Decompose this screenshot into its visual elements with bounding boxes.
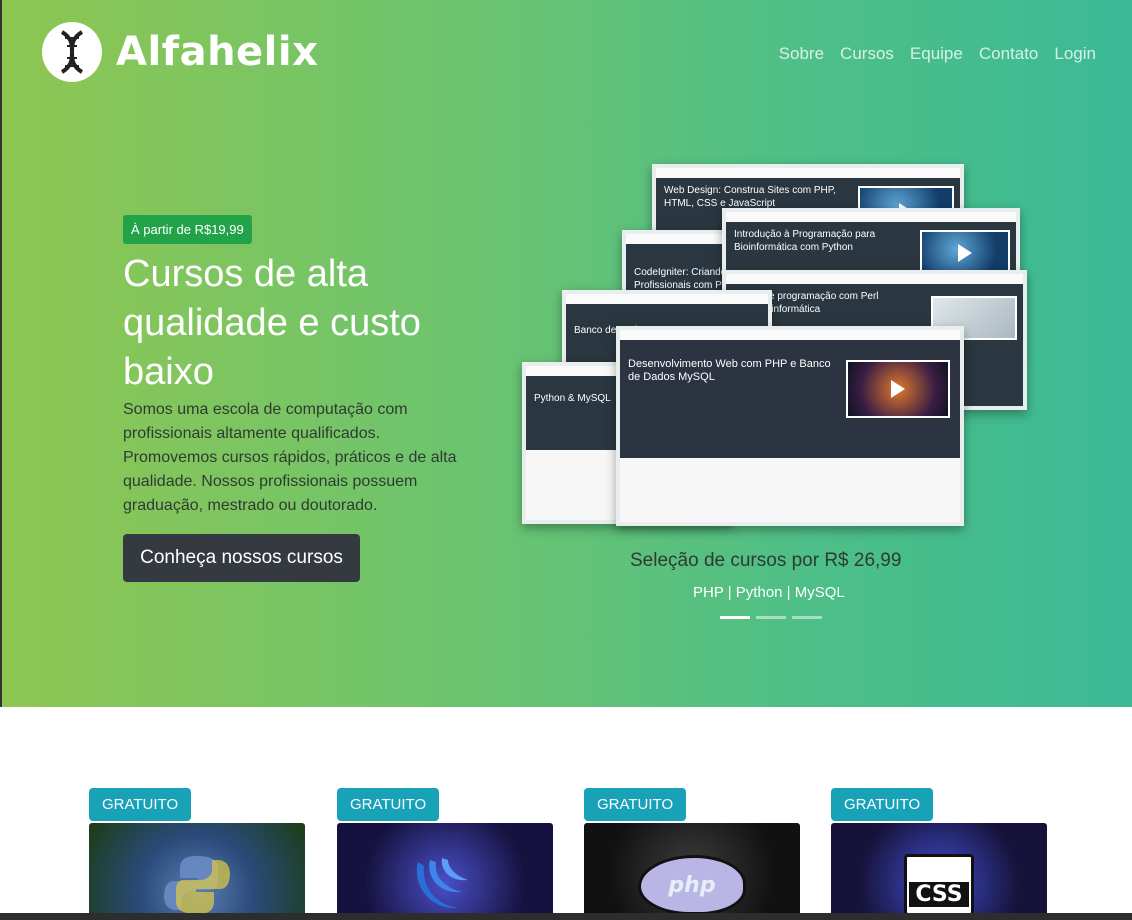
brand-logo[interactable]: Alfahelix — [42, 22, 318, 82]
python-logo-icon[interactable] — [89, 823, 305, 920]
php-logo-text: php — [638, 855, 746, 915]
nav-equipe[interactable]: Equipe — [910, 44, 963, 64]
bottom-edge — [0, 913, 1132, 920]
gratuito-badge: GRATUITO — [337, 788, 440, 821]
nav-cursos[interactable]: Cursos — [840, 44, 894, 64]
cta-button[interactable]: Conheça nossos cursos — [123, 534, 360, 582]
hero-section: Alfahelix Sobre Cursos Equipe Contato Lo… — [0, 0, 1132, 707]
dna-helix-icon — [42, 22, 102, 82]
carousel-indicator-3[interactable] — [792, 616, 822, 619]
nav-contato[interactable]: Contato — [979, 44, 1039, 64]
carousel-slide-image[interactable]: Web Design: Construa Sites com PHP, HTML… — [522, 160, 1032, 530]
course-card[interactable]: GRATUITO — [337, 788, 553, 920]
course-card[interactable]: GRATUITO php — [584, 788, 800, 920]
hero-headline: Cursos de alta qualidade e custo baixo — [123, 253, 421, 393]
main-nav: Sobre Cursos Equipe Contato Login — [779, 44, 1096, 64]
brand-name: Alfahelix — [116, 29, 319, 75]
course-screenshot-front: Desenvolvimento Web com PHP e Banco de D… — [616, 326, 964, 526]
gratuito-badge: GRATUITO — [584, 788, 687, 821]
css-file-icon[interactable]: CSS — [831, 823, 1047, 920]
css-logo-text: CSS — [909, 882, 969, 907]
gratuito-badge: GRATUITO — [89, 788, 192, 821]
carousel-indicator-2[interactable] — [756, 616, 786, 619]
nav-login[interactable]: Login — [1054, 44, 1096, 64]
screenshot-title: Desenvolvimento Web com PHP e Banco de D… — [628, 358, 831, 383]
carousel-caption-title: Seleção de cursos por R$ 26,99 — [630, 550, 902, 571]
php-elephant-icon[interactable]: php — [584, 823, 800, 920]
carousel-indicator-1[interactable] — [720, 616, 750, 619]
jquery-logo-icon[interactable] — [337, 823, 553, 920]
price-badge: À partir de R$19,99 — [123, 215, 252, 244]
course-card[interactable]: GRATUITO CSS — [831, 788, 1047, 920]
carousel-indicators — [720, 616, 822, 619]
course-card[interactable]: GRATUITO — [89, 788, 305, 920]
nav-sobre[interactable]: Sobre — [779, 44, 824, 64]
screenshot-title: Introdução à Programação para Bioinformá… — [734, 229, 876, 253]
carousel-caption-subtitle: PHP | Python | MySQL — [693, 584, 845, 601]
gratuito-badge: GRATUITO — [831, 788, 934, 821]
hero-lead: Somos uma escola de computação com profi… — [123, 401, 457, 514]
video-thumbnail — [846, 360, 950, 418]
